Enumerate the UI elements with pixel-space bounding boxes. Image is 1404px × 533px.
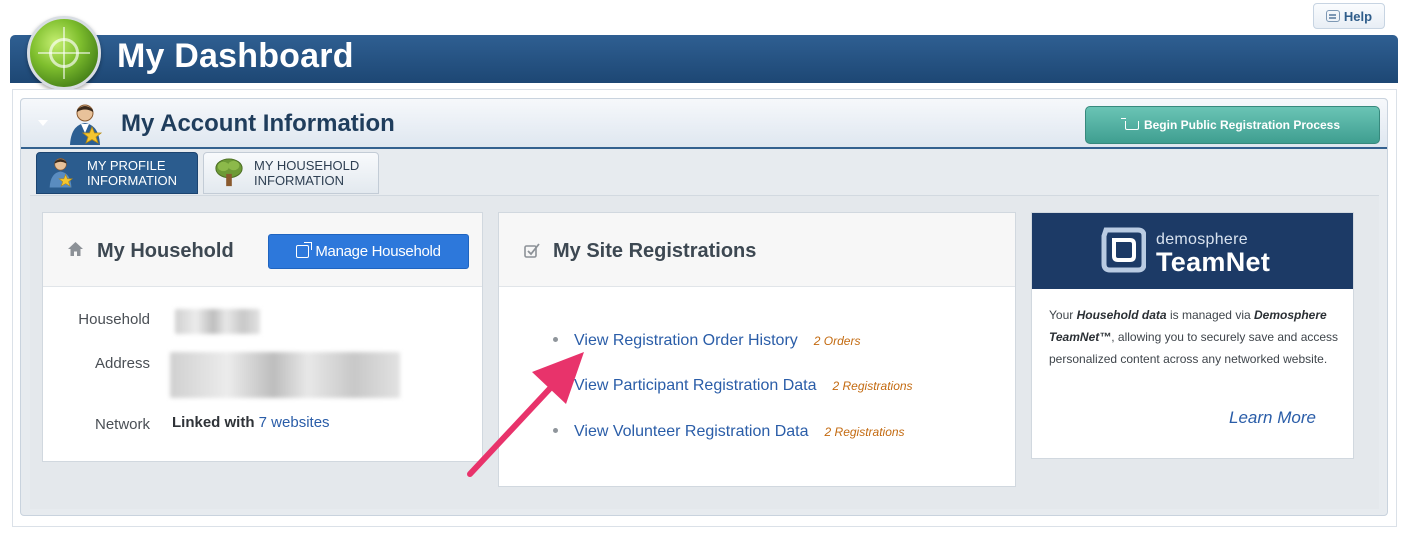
- teamnet-description: Your Household data is managed via Demos…: [1049, 308, 1339, 366]
- cart-icon: [1120, 117, 1139, 130]
- tab-household-label: My Household Information: [254, 158, 360, 188]
- registration-list-item: View Volunteer Registration Data 2 Regis…: [553, 423, 905, 441]
- site-registrations-header: My Site Registrations: [499, 213, 1015, 287]
- address-value-redacted: [170, 352, 400, 398]
- view-volunteer-data-link[interactable]: View Volunteer Registration Data: [574, 423, 809, 441]
- network-prefix: Linked with: [172, 414, 255, 431]
- household-field-label: Household: [78, 311, 150, 328]
- globe-logo-icon: [27, 16, 101, 90]
- order-count: 2 Orders: [813, 334, 861, 348]
- begin-registration-button[interactable]: Begin Public Registration Process: [1085, 106, 1380, 144]
- user-star-icon: [49, 158, 74, 188]
- tab-profile-information[interactable]: My Profile Information: [36, 152, 198, 194]
- home-icon: [68, 242, 83, 256]
- participant-registration-count: 2 Registrations: [832, 379, 913, 393]
- registration-list-item: View Participant Registration Data 2 Reg…: [553, 377, 913, 395]
- bullet: [553, 382, 558, 387]
- help-button[interactable]: Help: [1313, 3, 1385, 29]
- manage-household-label: Manage Household: [315, 243, 441, 260]
- volunteer-registration-count: 2 Registrations: [824, 425, 905, 439]
- manage-household-button[interactable]: Manage Household: [268, 234, 469, 269]
- tab-household-information[interactable]: My Household Information: [203, 152, 379, 194]
- bullet: [553, 337, 558, 342]
- learn-more-link[interactable]: Learn More: [1229, 408, 1316, 428]
- view-order-history-link[interactable]: View Registration Order History: [574, 332, 798, 350]
- family-tree-icon: [215, 158, 243, 187]
- bullet: [553, 428, 558, 433]
- network-field-label: Network: [94, 416, 150, 433]
- tab-profile-label: My Profile Information: [87, 158, 178, 188]
- registration-list-item: View Registration Order History 2 Orders: [553, 332, 860, 350]
- address-field-label: Address: [94, 355, 150, 372]
- site-registrations-title: My Site Registrations: [553, 240, 757, 262]
- collapse-arrow-icon[interactable]: [38, 120, 48, 126]
- chat-icon: [1325, 10, 1340, 22]
- view-participant-data-link[interactable]: View Participant Registration Data: [574, 377, 817, 395]
- checkbox-icon: [524, 243, 540, 258]
- help-label: Help: [1343, 8, 1373, 24]
- linked-websites-link[interactable]: 7 websites: [259, 414, 330, 431]
- household-value-redacted: [175, 309, 260, 334]
- household-card-header: My Household Manage Household: [43, 213, 482, 287]
- network-value: Linked with 7 websites: [172, 414, 330, 431]
- teamnet-header: demosphere TeamNet: [1032, 213, 1353, 289]
- user-star-icon: [70, 104, 103, 145]
- teamnet-logo-icon: [1101, 227, 1146, 273]
- account-title: My Account Information: [121, 110, 395, 137]
- household-title: My Household: [97, 240, 234, 262]
- begin-registration-label: Begin Public Registration Process: [1143, 118, 1341, 132]
- external-link-icon: [296, 242, 313, 258]
- page-title: My Dashboard: [117, 37, 354, 75]
- teamnet-logo-text: TeamNet: [1156, 247, 1271, 277]
